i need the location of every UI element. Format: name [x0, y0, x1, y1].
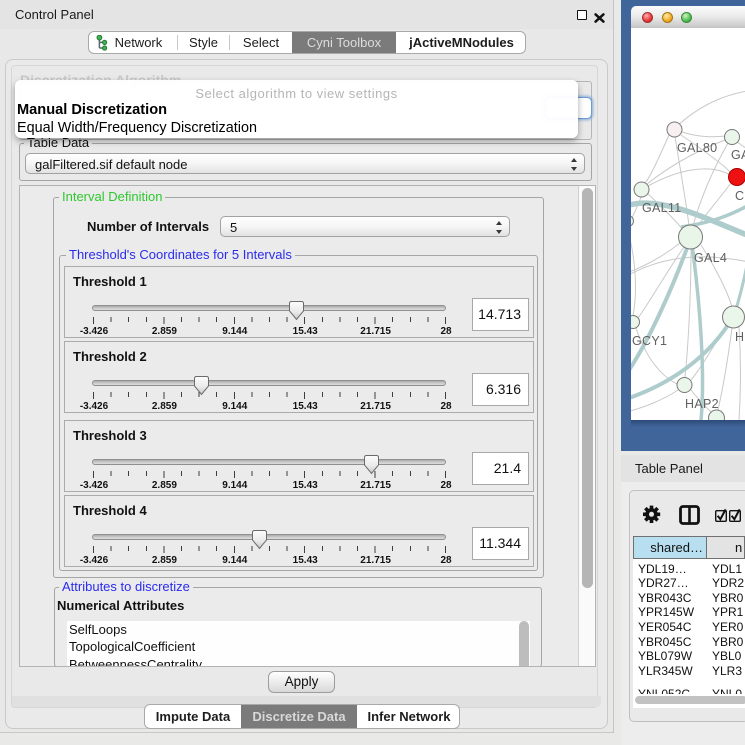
- svg-text:GCY1: GCY1: [632, 334, 667, 348]
- svg-text:C: C: [735, 189, 744, 203]
- svg-text:GAL4: GAL4: [694, 251, 727, 265]
- svg-text:GAL80: GAL80: [677, 141, 717, 155]
- svg-text:H: H: [735, 330, 744, 344]
- svg-text:GA: GA: [731, 148, 745, 162]
- svg-text:GAL11: GAL11: [642, 201, 682, 215]
- svg-text:HAP2: HAP2: [685, 397, 719, 411]
